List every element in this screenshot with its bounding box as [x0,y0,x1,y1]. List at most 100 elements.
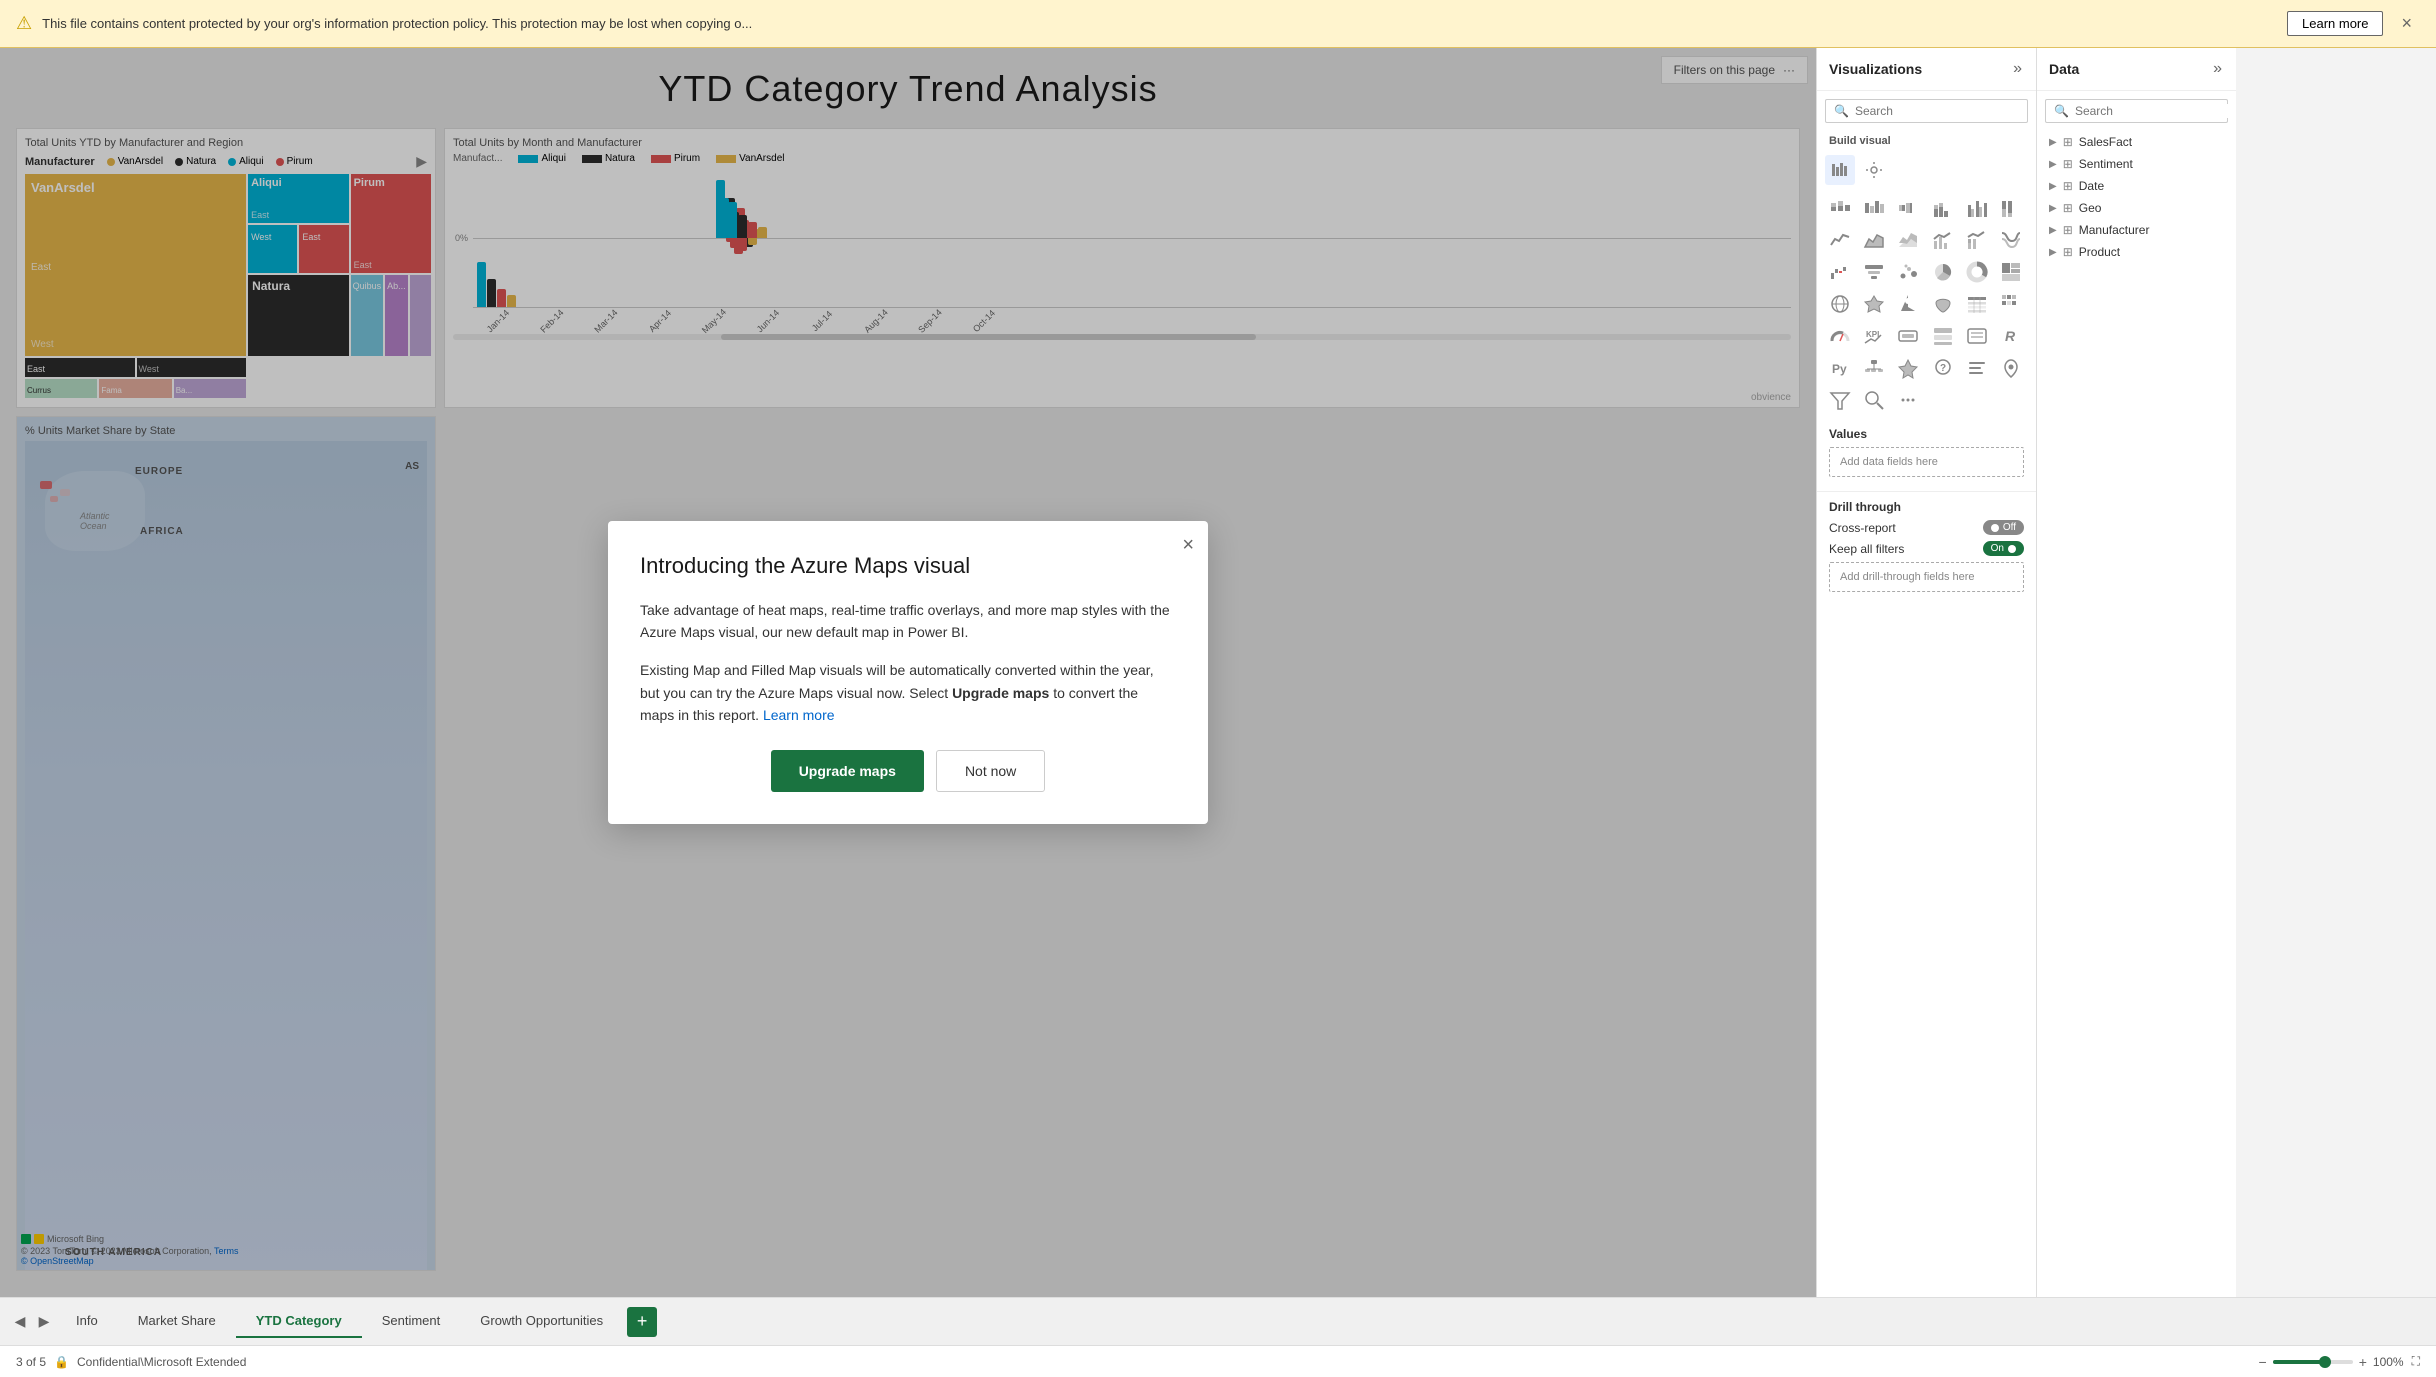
zoom-slider[interactable] [2273,1360,2353,1364]
lock-icon: 🔒 [54,1355,69,1369]
cross-report-toggle[interactable]: Off [1983,520,2024,535]
data-panel-expand-button[interactable]: » [2211,58,2224,80]
ribbon-chart-icon[interactable] [1996,225,2026,255]
data-table-geo[interactable]: ▶ ⊞ Geo [2037,197,2236,219]
azure-maps-modal: × Introducing the Azure Maps visual Take… [608,521,1208,825]
card-visual-icon[interactable] [1893,321,1923,351]
multirow-card-icon[interactable] [1928,321,1958,351]
table-icon-sentiment: ⊞ [2063,157,2073,171]
data-table-date[interactable]: ▶ ⊞ Date [2037,175,2236,197]
donut-chart-icon[interactable] [1962,257,1992,287]
r-visual-icon[interactable]: R [1996,321,2026,351]
zoom-control: − + 100% [2259,1354,2404,1370]
status-right: − + 100% ⛶ [2259,1354,2420,1370]
confidentiality-label: Confidential\Microsoft Extended [77,1355,246,1369]
stacked-col-icon[interactable] [1928,193,1958,223]
map-visual-icon[interactable] [1825,289,1855,319]
viz-search-input[interactable] [1855,104,2019,118]
table-icon-manufacturer: ⊞ [2063,223,2073,237]
keep-filters-toggle[interactable]: On [1983,541,2024,556]
visualizations-panel: Visualizations » 🔍 Build visual [1816,48,2036,1297]
data-table-sentiment[interactable]: ▶ ⊞ Sentiment [2037,153,2236,175]
tab-next-button[interactable]: ▶ [32,1310,56,1334]
filter-icon[interactable] [1825,385,1855,415]
python-visual-icon[interactable]: Py [1825,353,1855,383]
zoom-in-button[interactable]: + [2359,1354,2367,1370]
tab-marketshare[interactable]: Market Share [118,1305,236,1338]
table-icon-date: ⊞ [2063,179,2073,193]
smart-narrative-icon[interactable] [1962,353,1992,383]
treemap-visual-icon[interactable] [1996,257,2026,287]
learn-more-button[interactable]: Learn more [2287,11,2383,36]
data-table-product[interactable]: ▶ ⊞ Product [2037,241,2236,263]
pie-chart-icon[interactable] [1928,257,1958,287]
data-search-input[interactable] [2075,104,2230,118]
canvas-area: YTD Category Trend Analysis Filters on t… [0,48,1816,1297]
viz-format-visual-icon[interactable] [1859,155,1889,185]
clustered-bar-icon[interactable] [1859,193,1889,223]
zoom-slider-thumb [2319,1356,2331,1368]
stacked-bar-icon[interactable] [1825,193,1855,223]
100pct-bar-icon[interactable] [1893,193,1923,223]
viz-search-icon: 🔍 [1834,104,1849,118]
data-panel-title: Data [2049,61,2079,77]
decomp-tree-icon[interactable] [1859,353,1889,383]
tab-ytdcategory[interactable]: YTD Category [236,1305,362,1338]
drill-through-section: Drill through Cross-report Off Keep all … [1817,491,2036,606]
area-chart-icon[interactable] [1859,225,1889,255]
fit-page-button[interactable]: ⛶ [2412,1354,2420,1369]
right-panel: Visualizations » 🔍 Build visual [1816,48,2436,1297]
data-table-salesfact[interactable]: ▶ ⊞ SalesFact [2037,131,2236,153]
tab-prev-button[interactable]: ◀ [8,1310,32,1334]
more-visuals-icon[interactable] [1893,385,1923,415]
viz-panel-expand-button[interactable]: » [2011,58,2024,80]
tab-growthopportunities[interactable]: Growth Opportunities [460,1305,623,1338]
viz-build-visual-icon[interactable] [1825,155,1855,185]
data-table-manufacturer[interactable]: ▶ ⊞ Manufacturer [2037,219,2236,241]
values-drop-zone[interactable]: Add data fields here [1829,447,2024,477]
magnifier-icon[interactable] [1859,385,1889,415]
upgrade-maps-button[interactable]: Upgrade maps [771,750,924,792]
kpi-visual-icon[interactable]: KPI [1859,321,1889,351]
viz-icons-grid: KPI R Py ? [1817,189,2036,419]
values-section: Values Add data fields here [1817,419,2036,491]
funnel-chart-icon[interactable] [1859,257,1889,287]
scatter-chart-icon[interactable] [1893,257,1923,287]
shape-map-icon[interactable] [1928,289,1958,319]
modal-close-button[interactable]: × [1182,535,1194,555]
status-left: 3 of 5 🔒 Confidential\Microsoft Extended [16,1355,246,1369]
tab-sentiment[interactable]: Sentiment [362,1305,461,1338]
waterfall-chart-icon[interactable] [1825,257,1855,287]
clustered-col-icon[interactable] [1962,193,1992,223]
add-tab-button[interactable]: + [627,1307,657,1337]
line-stacked-icon[interactable] [1962,225,1992,255]
matrix-visual-icon[interactable] [1996,289,2026,319]
zoom-out-button[interactable]: − [2259,1354,2267,1370]
modal-title: Introducing the Azure Maps visual [640,553,1176,579]
modal-learn-more-link[interactable]: Learn more [763,707,835,723]
viz-panel-title: Visualizations [1829,61,1922,77]
table-visual-icon[interactable] [1962,289,1992,319]
modal-overlay: × Introducing the Azure Maps visual Take… [0,48,1816,1297]
stacked-area-icon[interactable] [1893,225,1923,255]
not-now-button[interactable]: Not now [936,750,1045,792]
qa-visual-icon[interactable]: ? [1928,353,1958,383]
key-influencers-icon[interactable] [1893,353,1923,383]
gauge-visual-icon[interactable] [1825,321,1855,351]
filled-map-icon[interactable] [1859,289,1889,319]
main-layout: YTD Category Trend Analysis Filters on t… [0,48,2436,1297]
geo-icon[interactable] [1996,353,2026,383]
data-panel-header: Data » [2037,48,2236,91]
warning-icon: ⚠ [16,13,32,34]
100pct-col-icon[interactable] [1996,193,2026,223]
line-chart-icon[interactable] [1825,225,1855,255]
azure-map-icon[interactable] [1893,289,1923,319]
drill-drop-zone[interactable]: Add drill-through fields here [1829,562,2024,592]
tab-info[interactable]: Info [56,1305,118,1338]
date-label: Date [2079,179,2104,193]
keep-filters-value: On [1991,543,2004,554]
warning-close-button[interactable]: × [2393,9,2420,38]
line-clustered-icon[interactable] [1928,225,1958,255]
expand-product-icon: ▶ [2049,247,2057,258]
slicer-visual-icon[interactable] [1962,321,1992,351]
